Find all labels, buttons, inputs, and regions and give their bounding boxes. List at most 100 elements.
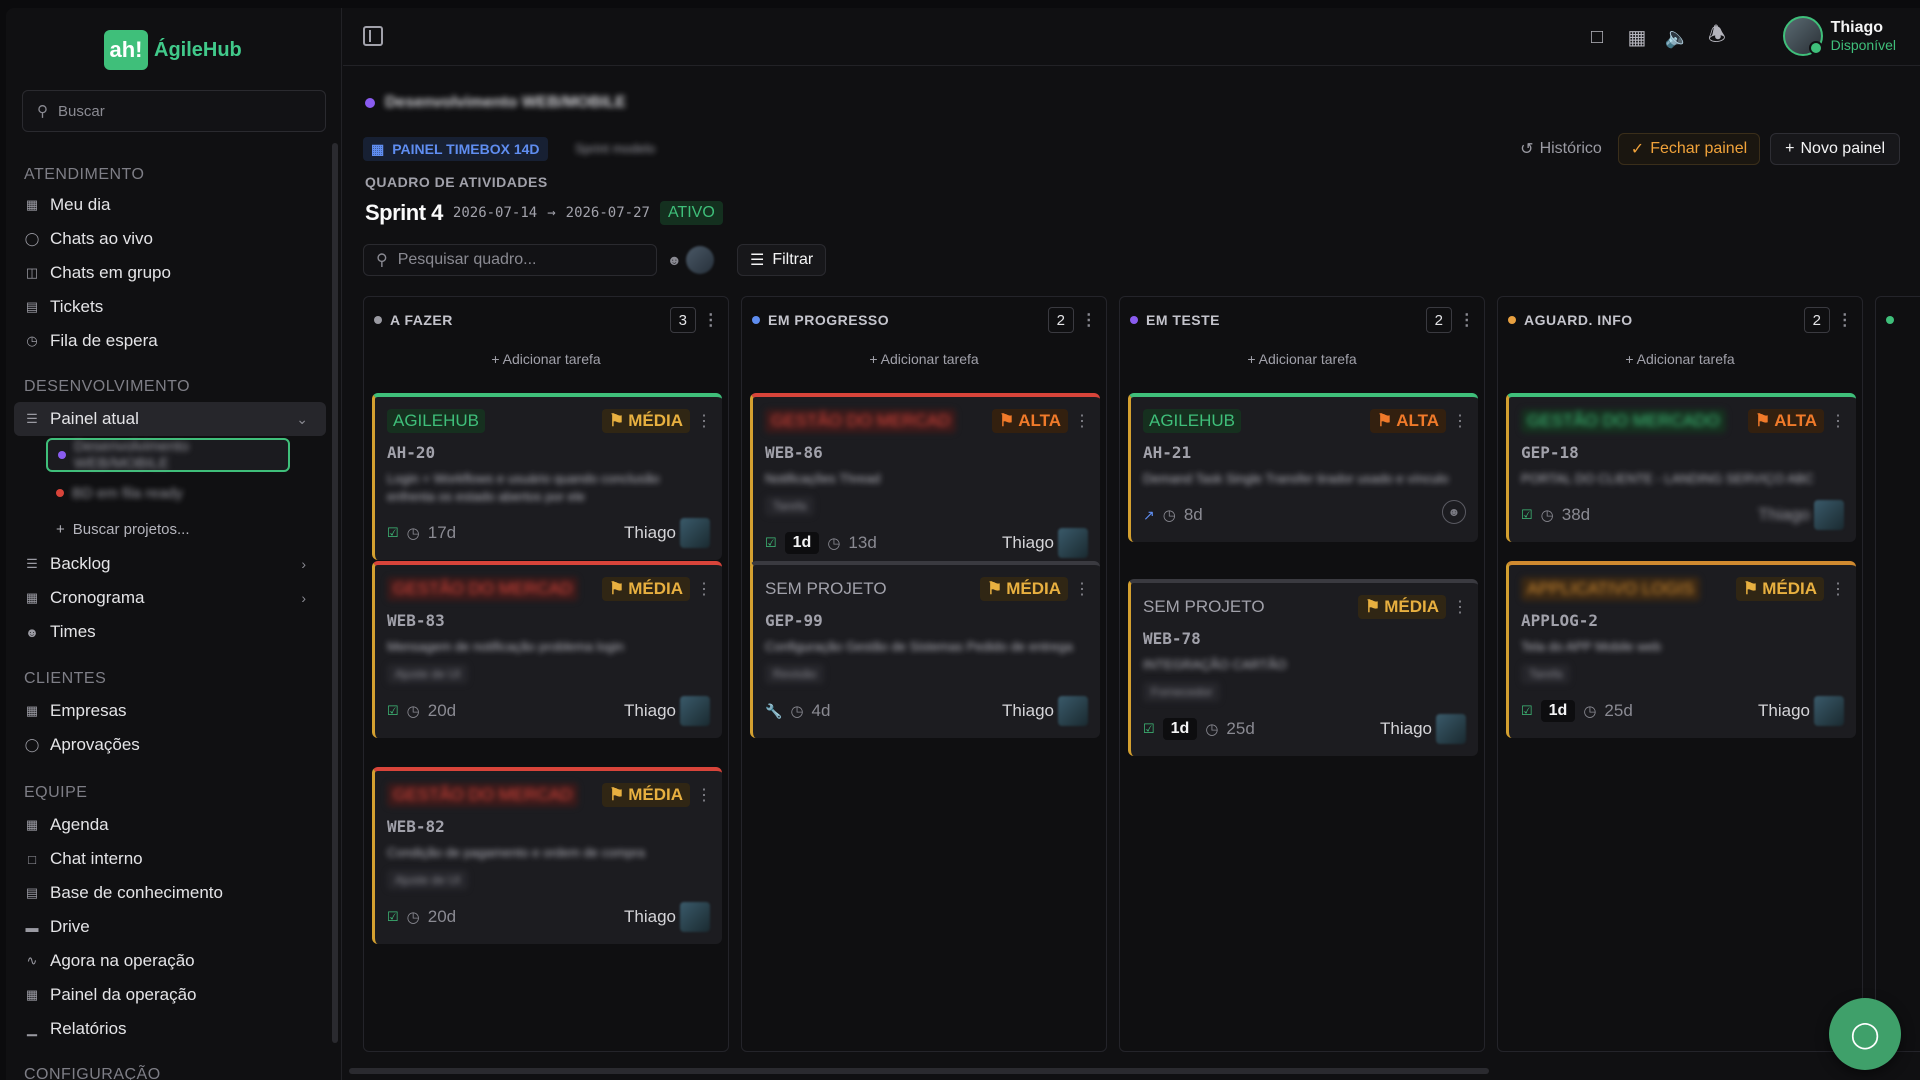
board-search-input[interactable]: ⚲ Pesquisar quadro... [363,244,657,276]
sidebar-item-agenda[interactable]: ▦ Agenda [24,810,324,840]
add-task-button[interactable]: + Adicionar tarefa [1120,351,1484,367]
history-icon: ↺ [1520,141,1534,158]
checkbox-icon: ☑ [387,525,399,540]
user-icon: ☻ [667,252,682,268]
project-tag: SEM PROJETO [765,579,887,598]
filtrar-button[interactable]: ☰ Filtrar [737,244,827,276]
sidebar-item-agora-na-operacao[interactable]: ∿ Agora na operação [24,946,324,976]
task-id: WEB-86 [765,443,823,462]
chat-icon: ◯ [24,231,40,246]
speaker-icon[interactable]: 🔈 [1664,24,1690,50]
sidebar-item-times[interactable]: ☻ Times [24,617,324,647]
add-task-button[interactable]: + Adicionar tarefa [364,351,728,367]
column-color-dot [1508,316,1516,324]
sidebar-scrollbar[interactable] [332,143,338,1043]
sidebar-item-chats-em-grupo[interactable]: ◫ Chats em grupo [24,258,324,288]
bell-icon[interactable]: 🕭 [1704,24,1730,50]
sidebar-item-drive[interactable]: ▬ Drive [24,912,324,942]
project-title: Desenvolvimento WEB/MOBILE [385,94,626,111]
sidebar-item-fila-de-espera[interactable]: ◷ Fila de espera [24,326,324,356]
sidebar-item-aprovacoes[interactable]: ◯ Aprovações [24,730,324,760]
more-vertical-icon[interactable]: ⋮ [696,785,712,805]
more-vertical-icon[interactable]: ⋮ [1830,579,1846,599]
nav-label: Tickets [50,297,104,316]
chat-fab-button[interactable]: ◯ [1829,998,1901,1070]
avatar [1814,696,1844,726]
building-icon: ▦ [25,703,39,718]
unassigned-user-icon[interactable]: ☻ [1442,500,1466,524]
board-horizontal-scrollbar[interactable] [349,1068,1489,1074]
task-age: 38d [1561,505,1591,524]
sidebar-item-chat-interno[interactable]: □ Chat interno [24,844,324,874]
sub-label: Desenvolvimento WEB/MOBILE [74,438,190,472]
checkbox-icon: ☑ [1143,721,1155,736]
more-vertical-icon[interactable]: ⋮ [696,579,712,599]
more-vertical-icon[interactable]: ⋮ [696,411,712,431]
sprint-start-date: 2026-07-14 [452,205,538,221]
sidebar-item-painel-atual[interactable]: ☰ Painel atual ⌄ [14,402,326,436]
more-vertical-icon[interactable]: ⋮ [1830,411,1846,431]
section-clientes: CLIENTES [24,670,107,687]
task-card[interactable]: GESTÃO DO MERCAD ⚑ MÉDIA ⋮ WEB-83 Mensagem… [372,561,722,738]
sidebar-item-cronograma[interactable]: ▦ Cronograma › [24,583,324,613]
more-vertical-icon[interactable]: ⋮ [1081,307,1097,333]
priority-badge: ⚑ MÉDIA [601,409,690,433]
task-card[interactable]: SEM PROJETO ⚑ MÉDIA ⋮ WEB-78 INTEGRAÇÃO CA… [1128,579,1478,756]
chat-icon[interactable]: □ [1584,24,1610,50]
add-task-button[interactable]: + Adicionar tarefa [1498,351,1862,367]
sidebar-item-chats-ao-vivo[interactable]: ◯ Chats ao vivo [24,224,324,254]
sidebar-item-relatorios[interactable]: ▁ Relatórios [24,1014,324,1044]
sidebar-item-painel-da-operacao[interactable]: ▦ Painel da operação [24,980,324,1010]
sidebar-item-meu-dia[interactable]: ▦ Meu dia [24,190,324,220]
sidebar-sub-project[interactable]: BD em fila ready [46,476,290,510]
project-tag: GESTÃO DO MERCAD [765,409,957,433]
priority-badge: ⚑ MÉDIA [1357,595,1446,619]
nav-label: Relatórios [50,1019,127,1038]
more-vertical-icon[interactable]: ⋮ [703,307,719,333]
brand-logo[interactable]: ah! ÁgileHub [104,30,242,70]
task-card[interactable]: GESTÃO DO MERCAD ⚑ MÉDIA ⋮ WEB-82 Condição… [372,767,722,944]
flag-icon: ⚑ [998,411,1015,430]
more-vertical-icon[interactable]: ⋮ [1452,411,1468,431]
fechar-painel-button[interactable]: ✓ Fechar painel [1617,133,1761,165]
priority-label: MÉDIA [628,411,683,430]
task-card[interactable]: APPLICATIVO LOGIS ⚑ MÉDIA ⋮ APPLOG-2 Tela … [1506,561,1856,738]
sidebar-search-input[interactable]: ⚲ Buscar [22,90,326,132]
sidebar-item-backlog[interactable]: ☰ Backlog › [24,549,324,579]
task-description: INTEGRAÇÃO CARTÃO [1143,657,1287,672]
priority-label: ALTA [1774,411,1817,430]
sidebar-toggle-icon[interactable] [363,26,383,46]
nav-label: Base de conhecimento [50,883,223,902]
chat-icon: ◯ [1850,1018,1880,1049]
sidebar-item-base-de-conhecimento[interactable]: ▤ Base de conhecimento [24,878,324,908]
task-card[interactable]: GESTÃO DO MERCADO ⚑ ALTA ⋮ GEP-18 PORTAL D… [1506,393,1856,542]
sidebar-item-tickets[interactable]: ▤ Tickets [24,292,324,322]
task-card[interactable]: SEM PROJETO ⚑ MÉDIA ⋮ GEP-99 Configuração … [750,561,1100,738]
novo-painel-button[interactable]: + Novo painel [1770,133,1900,165]
task-card[interactable]: AGILEHUB ⚑ ALTA ⋮ AH-21 Demand Task Single… [1128,393,1478,542]
add-task-button[interactable]: + Adicionar tarefa [742,351,1106,367]
board-filter-row: ⚲ Pesquisar quadro... ☻ ☰ Filtrar [363,244,827,276]
button-label: Novo painel [1800,140,1886,157]
clock-icon: ◷ [406,703,420,720]
user-status: Disponível [1830,37,1896,53]
task-description: Demand Task Single Transfer tirador usad… [1143,471,1449,486]
task-card[interactable]: AGILEHUB ⚑ MÉDIA ⋮ AH-20 Login + Workflows… [372,393,722,560]
historico-button[interactable]: ↺ Histórico [1514,133,1608,165]
member-avatars[interactable]: ☻ [667,244,727,276]
user-menu[interactable]: Thiago Disponível [1782,16,1896,56]
sidebar-sub-project-active[interactable]: Desenvolvimento WEB/MOBILE [46,438,290,472]
more-vertical-icon[interactable]: ⋮ [1074,579,1090,599]
kanban-icon: ☰ [26,411,38,426]
sidebar-item-empresas[interactable]: ▦ Empresas [24,696,324,726]
more-vertical-icon[interactable]: ⋮ [1452,597,1468,617]
task-tag-chip: Fornecedor [1143,682,1221,702]
buscar-projetos-link[interactable]: + Buscar projetos... [46,512,290,546]
task-card[interactable]: GESTÃO DO MERCAD ⚑ ALTA ⋮ WEB-86 Notificaç… [750,393,1100,570]
more-vertical-icon[interactable]: ⋮ [1074,411,1090,431]
more-vertical-icon[interactable]: ⋮ [1459,307,1475,333]
more-vertical-icon[interactable]: ⋮ [1837,307,1853,333]
assignee-name: Thiago [624,907,676,926]
calendar-icon[interactable]: ▦ [1624,24,1650,50]
avatar[interactable] [685,246,714,274]
